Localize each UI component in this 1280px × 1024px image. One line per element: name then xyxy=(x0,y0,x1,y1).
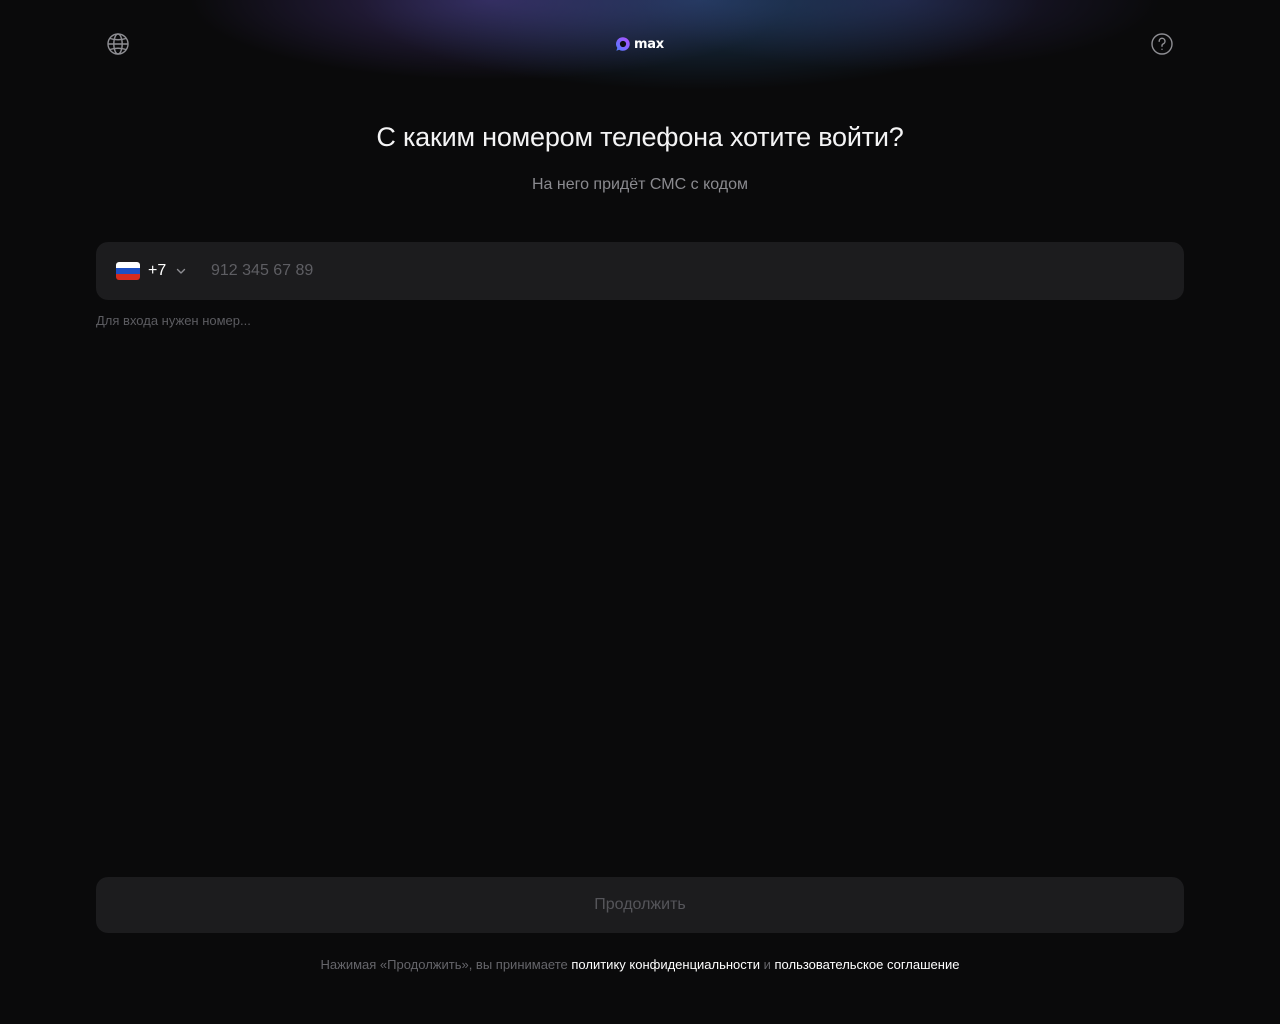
legal-and: и xyxy=(760,957,775,972)
russia-flag-icon xyxy=(116,262,140,280)
phone-hint: Для входа нужен номер... xyxy=(96,313,251,328)
phone-number-input[interactable] xyxy=(211,242,1161,300)
phone-field: +7 xyxy=(96,242,1184,300)
login-page: max С каким номером телефона хотите войт… xyxy=(0,0,1280,1024)
header: max xyxy=(0,0,1280,88)
terms-link[interactable]: пользовательское соглашение xyxy=(775,957,960,972)
globe-icon xyxy=(107,33,129,55)
legal-prefix: Нажимая «Продолжить», вы принимаете xyxy=(320,957,572,972)
language-button[interactable] xyxy=(104,30,132,58)
page-title: С каким номером телефона хотите войти? xyxy=(376,122,904,152)
country-code: +7 xyxy=(148,262,167,279)
app-logo: max xyxy=(615,35,664,53)
page-subtitle: На него придёт СМС с кодом xyxy=(531,176,749,193)
legal-notice: Нажимая «Продолжить», вы принимаете поли… xyxy=(0,957,1280,972)
privacy-policy-link[interactable]: политику конфиденциальности xyxy=(571,957,760,972)
help-circle-icon xyxy=(1151,33,1173,55)
max-logo-icon xyxy=(616,37,630,51)
help-button[interactable] xyxy=(1148,30,1176,58)
continue-button[interactable]: Продолжить xyxy=(96,877,1184,933)
logo-text: max xyxy=(634,36,664,52)
chevron-down-icon xyxy=(175,265,187,277)
country-code-select[interactable]: +7 xyxy=(116,242,187,300)
